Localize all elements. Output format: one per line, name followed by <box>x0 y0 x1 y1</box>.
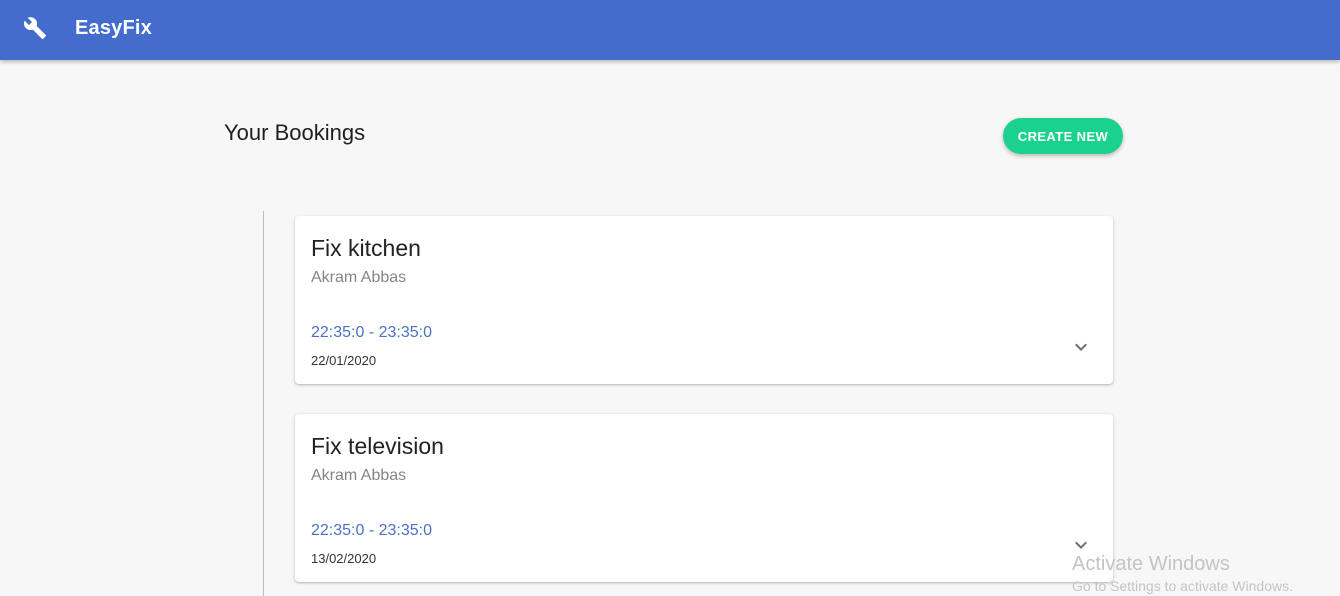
wrench-icon[interactable] <box>23 16 47 40</box>
app-brand[interactable]: EasyFix <box>75 17 152 40</box>
booking-time: 22:35:0 - 23:35:0 <box>311 522 432 539</box>
create-new-button[interactable]: CREATE NEW <box>1003 118 1123 154</box>
booking-date: 22/01/2020 <box>311 353 377 368</box>
booking-person: Akram Abbas <box>311 467 407 484</box>
app-bar: EasyFix <box>0 0 1340 60</box>
chevron-down-icon[interactable] <box>1069 533 1093 557</box>
booking-date: 13/02/2020 <box>311 551 377 566</box>
booking-title: Fix television <box>311 433 444 459</box>
booking-time: 22:35:0 - 23:35:0 <box>311 324 432 341</box>
timeline-divider <box>263 211 264 596</box>
booking-title: Fix kitchen <box>311 235 421 261</box>
chevron-down-icon[interactable] <box>1069 335 1093 359</box>
page-title: Your Bookings <box>224 120 366 145</box>
booking-person: Akram Abbas <box>311 269 407 286</box>
booking-card: Fix kitchen Akram Abbas 22:35:0 - 23:35:… <box>295 216 1113 384</box>
booking-card: Fix television Akram Abbas 22:35:0 - 23:… <box>295 414 1113 582</box>
